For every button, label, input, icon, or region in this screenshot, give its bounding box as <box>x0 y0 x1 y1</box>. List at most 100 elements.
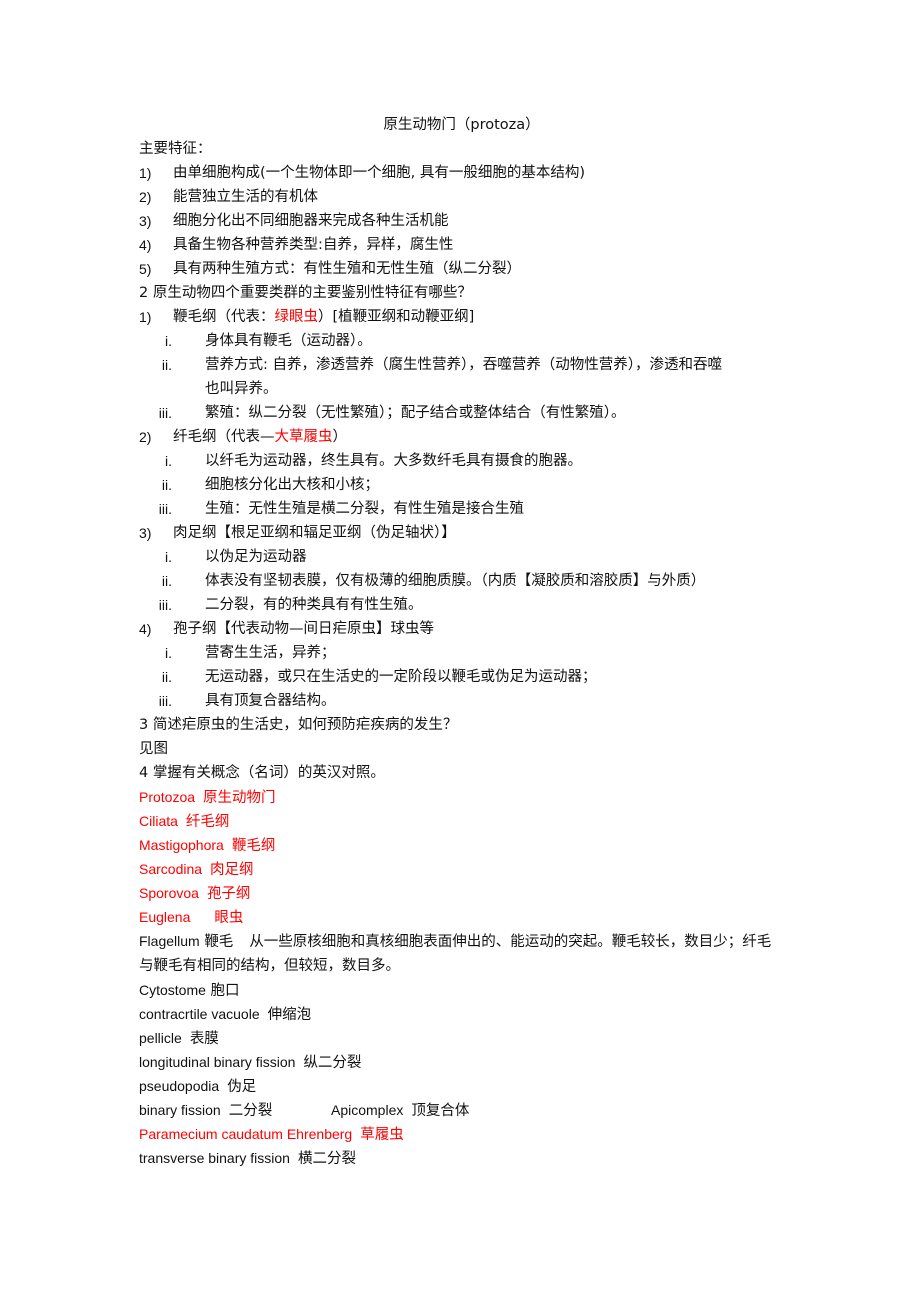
sub-item-text: 营养方式: 自养，渗透营养（腐生性营养），吞噬营养（动物性营养），渗透和吞噬 <box>205 357 722 373</box>
term-english: Paramecium caudatum Ehrenberg <box>139 1126 353 1142</box>
feature-text: 细胞分化出不同细胞器来完成各种生活机能 <box>173 213 449 229</box>
term-english: pseudopodia <box>139 1078 220 1094</box>
sub-item: iii. 繁殖：纵二分裂（无性繁殖）；配子结合或整体结合（有性繁殖）。 <box>139 401 784 425</box>
term-english: pellicle <box>139 1030 182 1046</box>
group-title-suffix: ） <box>332 429 348 445</box>
group-heading: 2) 纤毛纲（代表—大草履虫） <box>139 425 784 449</box>
sub-item: ii. 无运动器，或只在生活史的一定阶段以鞭毛或伪足为运动器； <box>139 665 784 689</box>
term-english: Cytostome <box>139 982 206 998</box>
term-english: Protozoa <box>139 789 196 805</box>
representative-species: 绿眼虫 <box>274 309 319 325</box>
glossary-term: transverse binary fission 横二分裂 <box>139 1146 784 1170</box>
term-chinese: 鞭毛 <box>204 934 234 950</box>
glossary-term: pellicle 表膜 <box>139 1026 784 1050</box>
document-page: 原生动物门（protoza） 主要特征： 1) 由单细胞构成(一个生物体即一个细胞… <box>139 113 784 1170</box>
term-english: Apicomplex <box>331 1102 404 1118</box>
term-english: binary fission <box>139 1102 221 1118</box>
roman-number: i. <box>165 333 172 349</box>
feature-item: 4) 具备生物各种营养类型:自养，异样，腐生性 <box>139 233 784 257</box>
sub-item: iii. 二分裂，有的种类具有有性生殖。 <box>139 593 784 617</box>
term-english: Mastigophora <box>139 837 224 853</box>
glossary-term: longitudinal binary fission 纵二分裂 <box>139 1050 784 1074</box>
glossary-term-second: Apicomplex 顶复合体 <box>331 1098 469 1123</box>
roman-number: ii. <box>161 477 172 493</box>
sub-item: iii. 具有顶复合器结构。 <box>139 689 784 713</box>
group-title: 纤毛纲（代表—大草履虫） <box>173 425 347 449</box>
term-chinese: 二分裂 <box>228 1103 273 1119</box>
term-chinese: 眼虫 <box>214 910 244 926</box>
term-english: Ciliata <box>139 813 178 829</box>
sub-item: i. 以纤毛为运动器，终生具有。大多数纤毛具有摄食的胞器。 <box>139 449 784 473</box>
sub-item: ii. 体表没有坚韧表膜，仅有极薄的细胞质膜。（内质【凝胶质和溶胶质】与外质） <box>139 569 784 593</box>
sub-item-text: 生殖：无性生殖是横二分裂，有性生殖是接合生殖 <box>205 501 524 517</box>
term-chinese: 顶复合体 <box>411 1103 470 1119</box>
term-chinese: 伪足 <box>227 1079 257 1095</box>
list-number: 3) <box>139 213 152 229</box>
roman-number: iii. <box>158 597 172 613</box>
term-english: Sporovoa <box>139 885 199 901</box>
term-chinese: 纵二分裂 <box>303 1055 362 1071</box>
group-title: 鞭毛纲（代表：绿眼虫）[植鞭亚纲和动鞭亚纲] <box>173 305 474 329</box>
glossary-term: contracrtile vacuole 伸缩泡 <box>139 1002 784 1026</box>
feature-text: 具有两种生殖方式：有性生殖和无性生殖（纵二分裂） <box>173 261 521 277</box>
roman-number: i. <box>165 453 172 469</box>
glossary-term-red: Protozoa 原生动物门 <box>139 785 784 809</box>
term-english: contracrtile vacuole <box>139 1006 260 1022</box>
roman-number: ii. <box>161 669 172 685</box>
features-heading: 主要特征： <box>139 141 212 157</box>
glossary-term-row: binary fission 二分裂 Apicomplex 顶复合体 <box>139 1098 784 1122</box>
sub-item-text: 二分裂，有的种类具有有性生殖。 <box>205 597 423 613</box>
question-3-answer: 见图 <box>139 741 168 757</box>
group-title: 孢子纲【代表动物—间日疟原虫】球虫等 <box>173 621 434 637</box>
roman-number: i. <box>165 645 172 661</box>
group-heading: 3) 肉足纲【根足亚纲和辐足亚纲（伪足轴状）】 <box>139 521 784 545</box>
term-chinese: 表膜 <box>189 1031 219 1047</box>
group-heading: 1) 鞭毛纲（代表：绿眼虫）[植鞭亚纲和动鞭亚纲] <box>139 305 784 329</box>
list-number: 1) <box>139 165 152 181</box>
term-english: transverse binary fission <box>139 1150 290 1166</box>
sub-item-text: 以纤毛为运动器，终生具有。大多数纤毛具有摄食的胞器。 <box>205 453 582 469</box>
glossary-term-red: Ciliata 纤毛纲 <box>139 809 784 833</box>
sub-item: ii. 细胞核分化出大核和小核； <box>139 473 784 497</box>
question-3: 3 简述疟原虫的生活史，如何预防疟疾病的发生？ <box>139 717 458 733</box>
group-title-suffix: ）[植鞭亚纲和动鞭亚纲] <box>318 309 475 325</box>
glossary-term-red: Sarcodina 肉足纲 <box>139 857 784 881</box>
feature-text: 具备生物各种营养类型:自养，异样，腐生性 <box>173 237 454 253</box>
sub-item-text: 身体具有鞭毛（运动器）。 <box>205 333 372 349</box>
sub-item: i. 以伪足为运动器 <box>139 545 784 569</box>
sub-item: i. 营寄生生活，异养； <box>139 641 784 665</box>
sub-item-text: 繁殖：纵二分裂（无性繁殖）；配子结合或整体结合（有性繁殖）。 <box>205 405 626 421</box>
term-english: Sarcodina <box>139 861 203 877</box>
sub-item: iii. 生殖：无性生殖是横二分裂，有性生殖是接合生殖 <box>139 497 784 521</box>
list-number: 3) <box>139 525 152 541</box>
list-number: 4) <box>139 621 152 637</box>
term-chinese: 胞口 <box>210 983 240 999</box>
roman-number: iii. <box>158 405 172 421</box>
sub-item: ii. 营养方式: 自养，渗透营养（腐生性营养），吞噬营养（动物性营养），渗透和吞… <box>139 353 784 377</box>
sub-item-continuation: 也叫异养。 <box>139 377 784 401</box>
roman-number: iii. <box>158 693 172 709</box>
feature-text: 由单细胞构成(一个生物体即一个细胞, 具有一般细胞的基本结构) <box>173 165 586 181</box>
group-title-prefix: 鞭毛纲（代表： <box>173 309 275 325</box>
roman-number: iii. <box>158 501 172 517</box>
glossary-term-red: Sporovoa 孢子纲 <box>139 881 784 905</box>
glossary-term-red: Mastigophora 鞭毛纲 <box>139 833 784 857</box>
feature-text: 能营独立生活的有机体 <box>173 189 318 205</box>
list-number: 2) <box>139 429 152 445</box>
flagellum-definition: Flagellum 鞭毛 从一些原核细胞和真核细胞表面伸出的、能运动的突起。鞭毛较… <box>139 929 784 978</box>
term-english: Euglena <box>139 909 191 925</box>
sub-item-text: 以伪足为运动器 <box>205 549 307 565</box>
document-title: 原生动物门（protoza） <box>383 117 540 133</box>
roman-number: ii. <box>161 357 172 373</box>
term-chinese: 纤毛纲 <box>185 814 230 830</box>
question-4: 4 掌握有关概念（名词）的英汉对照。 <box>139 765 385 781</box>
glossary-term-red: Euglena 眼虫 <box>139 905 784 929</box>
glossary-term: pseudopodia 伪足 <box>139 1074 784 1098</box>
sub-item: i. 身体具有鞭毛（运动器）。 <box>139 329 784 353</box>
representative-species: 大草履虫 <box>274 429 333 445</box>
list-number: 2) <box>139 189 152 205</box>
term-chinese: 横二分裂 <box>297 1151 356 1167</box>
roman-number: i. <box>165 549 172 565</box>
list-number: 1) <box>139 309 152 325</box>
term-chinese: 孢子纲 <box>206 886 251 902</box>
